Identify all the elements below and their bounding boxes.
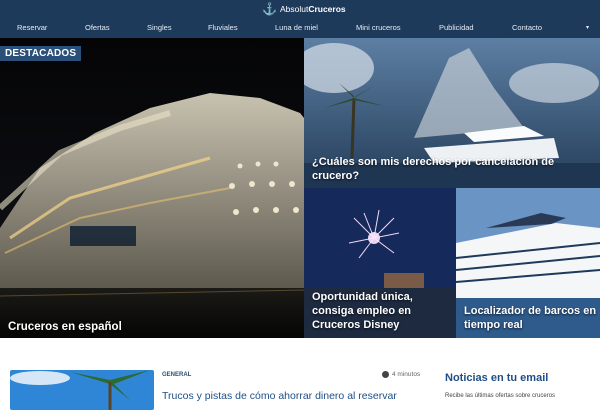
chevron-down-icon[interactable]: ▾ — [586, 24, 589, 31]
logo-prefix: Absolut — [279, 4, 309, 14]
top-navigation-bar: ⚓ Absolut Cruceros Reservar Ofertas Singl… — [0, 0, 600, 38]
post-read-time: 4 minutos — [382, 371, 420, 378]
featured-card-main[interactable]: DESTACADOS Cruceros en español — [0, 38, 304, 338]
nav-item-publicidad[interactable]: Publicidad — [439, 23, 474, 32]
post-title[interactable]: Trucos y pistas de cómo ahorrar dinero a… — [162, 390, 397, 402]
nav-item-mini-cruceros[interactable]: Mini cruceros — [356, 23, 401, 32]
featured-card-locator[interactable]: Localizador de barcos en tiempo real — [456, 188, 600, 338]
beach-palm-image — [10, 370, 154, 410]
main-menu: Reservar Ofertas Singles Fluviales Luna … — [0, 20, 600, 36]
cruise-ship-night-image — [0, 38, 304, 338]
main-card-title[interactable]: Cruceros en español — [8, 320, 122, 334]
read-time-text: 4 minutos — [392, 371, 421, 378]
nav-item-singles[interactable]: Singles — [147, 23, 172, 32]
locator-card-title[interactable]: Localizador de barcos en tiempo real — [464, 304, 600, 332]
featured-card-cancelation[interactable]: ¿Cuáles son mis derechos por cancelación… — [304, 38, 600, 188]
nav-item-ofertas[interactable]: Ofertas — [85, 23, 110, 32]
latest-posts-section: GENERAL 4 minutos Trucos y pistas de cóm… — [0, 338, 600, 410]
nav-item-contacto[interactable]: Contacto — [512, 23, 542, 32]
post-category[interactable]: GENERAL — [162, 372, 191, 378]
clock-icon — [382, 371, 389, 378]
nav-item-luna-de-miel[interactable]: Luna de miel — [275, 23, 318, 32]
featured-badge: DESTACADOS — [0, 46, 82, 61]
anchor-icon: ⚓ — [262, 2, 277, 16]
post-thumbnail[interactable] — [10, 370, 154, 410]
nav-item-reservar[interactable]: Reservar — [17, 23, 47, 32]
newsletter-heading: Noticias en tu email — [445, 372, 549, 384]
featured-card-disney[interactable]: Oportunidad única, consiga empleo en Cru… — [304, 188, 456, 338]
site-logo[interactable]: ⚓ Absolut Cruceros — [262, 2, 346, 16]
disney-card-title[interactable]: Oportunidad única, consiga empleo en Cru… — [312, 290, 456, 332]
cancelation-card-title[interactable]: ¿Cuáles son mis derechos por cancelación… — [312, 155, 600, 183]
newsletter-text: Recibe las últimas ofertas sobre crucero… — [445, 393, 556, 399]
logo-bold: Cruceros — [308, 4, 346, 14]
nav-item-fluviales[interactable]: Fluviales — [208, 23, 238, 32]
featured-section: DESTACADOS Cruceros en español ¿Cuáles s… — [0, 38, 600, 338]
